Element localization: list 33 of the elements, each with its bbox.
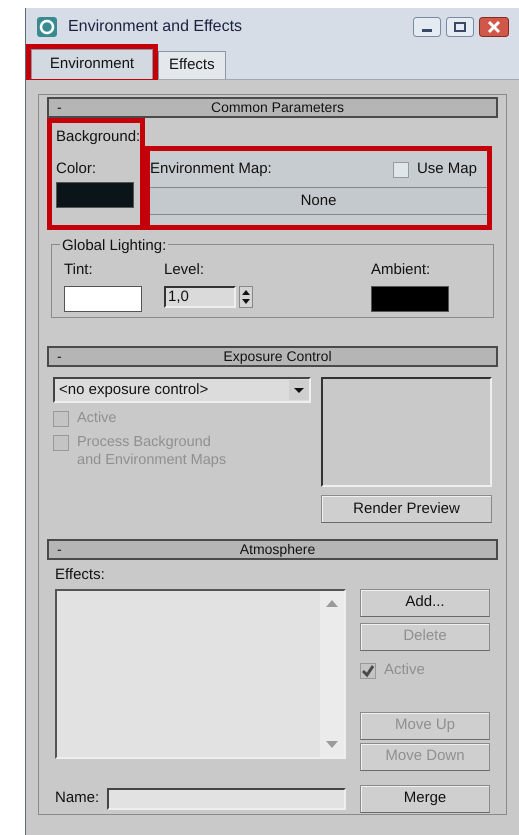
- button[interactable]: Render Preview: [321, 495, 492, 523]
- button[interactable]: Add...: [360, 588, 490, 616]
- close-button[interactable]: [479, 16, 509, 36]
- window-title: Environment and Effects: [68, 16, 242, 36]
- tab[interactable]: Effects: [158, 51, 226, 79]
- name-field[interactable]: [107, 788, 346, 810]
- minimize-button[interactable]: [413, 16, 441, 36]
- button[interactable]: Merge: [360, 784, 490, 812]
- field-label: Color:: [56, 158, 98, 178]
- checkbox-label: Use Map: [416, 160, 477, 178]
- app-logo-icon: [36, 16, 58, 38]
- checkbox-label: Active: [384, 660, 425, 678]
- field-label: Ambient:: [371, 260, 432, 280]
- field-label: Name:: [55, 788, 100, 808]
- field-label: Effects:: [55, 565, 105, 585]
- color-swatch[interactable]: [56, 182, 134, 208]
- color-swatch[interactable]: [371, 286, 449, 312]
- field-label: Tint:: [64, 260, 94, 280]
- maximize-button[interactable]: [446, 16, 474, 36]
- field-label: Environment Map:: [150, 158, 272, 179]
- rollout-header[interactable]: - Exposure Control: [47, 346, 498, 367]
- map-button[interactable]: None: [150, 187, 487, 215]
- color-swatch[interactable]: [64, 286, 142, 312]
- field-label: Level:: [164, 260, 206, 280]
- checkbox-label: Process Background and Environment Maps: [77, 433, 227, 469]
- checkbox-label: Active: [77, 409, 116, 427]
- tab[interactable]: Environment: [31, 49, 153, 79]
- rollout-header[interactable]: - Common Parameters: [47, 97, 498, 118]
- level-field[interactable]: 1,0: [164, 286, 236, 308]
- rollout-header[interactable]: - Atmosphere: [47, 539, 498, 560]
- spinner-icon[interactable]: [239, 286, 253, 308]
- dropdown[interactable]: <no exposure control>: [53, 377, 311, 403]
- checkbox[interactable]: [392, 162, 409, 178]
